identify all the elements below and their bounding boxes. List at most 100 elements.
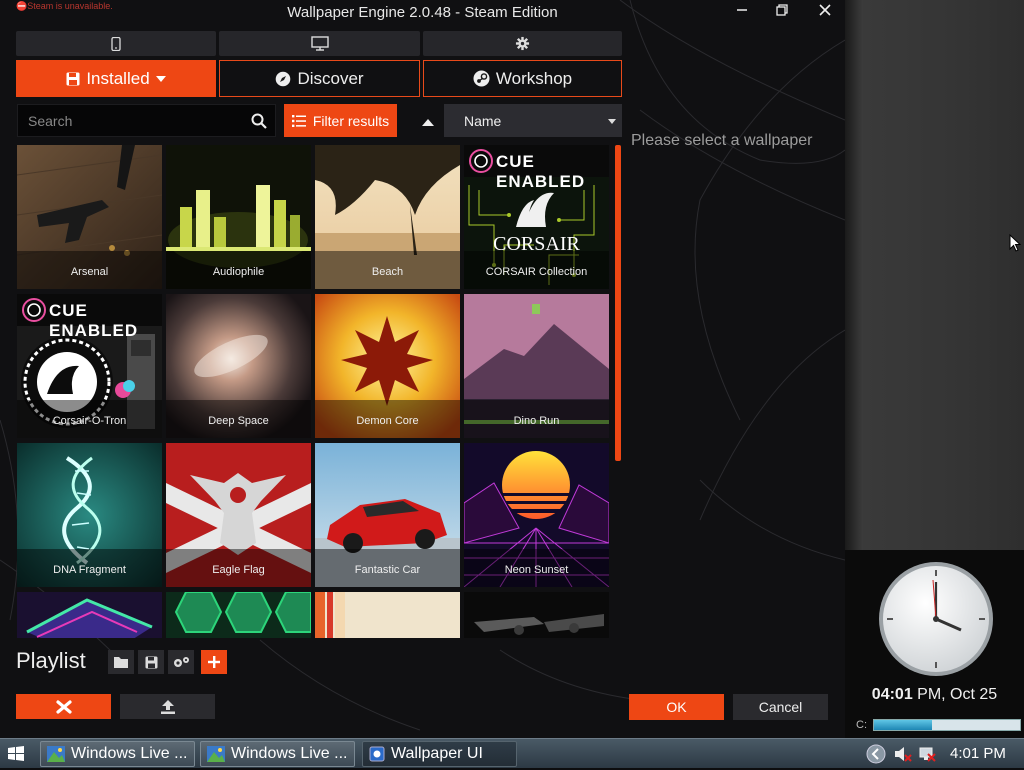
tab-discover-label: Discover: [297, 68, 364, 88]
search-input[interactable]: [28, 111, 238, 131]
wallpaper-tile-corsair-collection[interactable]: CORSAIR Collection CUE ENABLED CORSAIR: [464, 145, 609, 289]
load-playlist-button[interactable]: [108, 650, 134, 674]
add-playlist-button[interactable]: [201, 650, 227, 674]
clock-date-text: 04:01 PM, Oct 25: [845, 686, 1024, 704]
sort-by-dropdown[interactable]: Name: [444, 104, 622, 137]
wallpaper-engine-icon: [369, 746, 385, 762]
close-button[interactable]: [814, 3, 836, 23]
window-title: Wallpaper Engine 2.0.48 - Steam Edition: [287, 4, 558, 21]
chevron-down-icon: [155, 75, 166, 82]
drive-meter-gadget: C:: [849, 716, 1024, 736]
analog-clock-gadget[interactable]: [877, 560, 995, 678]
phone-icon: [111, 36, 121, 51]
wallpaper-tile-15[interactable]: [315, 592, 460, 638]
tab-installed-label: Installed: [86, 68, 150, 88]
save-icon: [145, 656, 157, 668]
wallpaper-tile-14[interactable]: [166, 592, 311, 638]
wallpaper-tile-dna-fragment[interactable]: DNA Fragment: [17, 443, 162, 587]
drive-usage-fill: [874, 720, 933, 730]
desktop-background: [845, 0, 1024, 550]
wallpaper-title: Arsenal: [17, 251, 162, 289]
compass-icon: [276, 71, 291, 86]
wallpaper-tile-arsenal[interactable]: Arsenal: [17, 145, 162, 289]
remove-wallpaper-icon: [55, 699, 72, 714]
photo-gallery-icon: [207, 746, 225, 762]
wallpaper-tile-beach[interactable]: Beach: [315, 145, 460, 289]
tab-phone[interactable]: [16, 31, 216, 56]
system-tray: 4:01 PM: [862, 741, 1024, 767]
restore-button[interactable]: [771, 3, 793, 23]
taskbar-item-wallpaper-ui[interactable]: Wallpaper UI: [362, 741, 517, 767]
show-hidden-icons-chevron-icon[interactable]: [866, 744, 886, 764]
wallpaper-tile-demon-core[interactable]: Demon Core: [315, 294, 460, 438]
folder-icon: [113, 657, 128, 668]
wallpaper-thumbnail: [315, 592, 460, 638]
wallpaper-tile-fantastic-car[interactable]: Fantastic Car: [315, 443, 460, 587]
grid-scrollbar[interactable]: [615, 145, 621, 461]
save-playlist-button[interactable]: [138, 650, 164, 674]
tab-discover[interactable]: Discover: [219, 60, 420, 97]
wallpaper-tile-deep-space[interactable]: Deep Space: [166, 294, 311, 438]
taskbar-item-label: Windows Live ...: [231, 745, 348, 762]
corsair-brand-text: CORSAIR: [493, 233, 580, 255]
start-button[interactable]: [4, 743, 30, 767]
playlist-label: Playlist: [16, 648, 86, 673]
taskbar-item-label: Windows Live ...: [71, 745, 188, 762]
wallpaper-title: Eagle Flag: [166, 549, 311, 587]
wallpaper-thumbnail: [464, 592, 609, 638]
wallpaper-thumbnail: [17, 592, 162, 638]
close-icon: [819, 4, 831, 16]
tab-workshop[interactable]: Workshop: [423, 60, 622, 97]
wallpaper-tile-neon-sunset[interactable]: Neon Sunset: [464, 443, 609, 587]
wallpaper-title: Audiophile: [166, 251, 311, 289]
mouse-cursor-icon: [1009, 234, 1021, 252]
playlist-settings-button[interactable]: [168, 650, 194, 674]
gear-icon: [515, 36, 530, 51]
wallpaper-tile-16[interactable]: [464, 592, 609, 638]
open-from-file-button[interactable]: [120, 694, 215, 719]
volume-muted-icon[interactable]: [894, 746, 912, 762]
taskbar: Windows Live ... Windows Live ... Wallpa…: [0, 738, 1024, 768]
drive-label: C:: [856, 719, 867, 731]
wallpaper-title: Neon Sunset: [464, 549, 609, 587]
wallpaper-title: Deep Space: [166, 400, 311, 438]
select-wallpaper-message: Please select a wallpaper: [631, 132, 813, 149]
clock-time: 04:01: [871, 686, 913, 703]
restore-icon: [776, 4, 788, 16]
tab-installed[interactable]: Installed: [16, 60, 216, 97]
wallpaper-tile-dino-run[interactable]: Dino Run: [464, 294, 609, 438]
wallpaper-title: DNA Fragment: [17, 549, 162, 587]
tab-workshop-label: Workshop: [495, 68, 573, 88]
search-box: [17, 104, 276, 137]
taskbar-clock[interactable]: 4:01 PM: [950, 745, 1006, 762]
tab-desktop[interactable]: [219, 31, 420, 56]
wallpaper-engine-window: ⛔Steam is unavailable. Wallpaper Engine …: [0, 0, 845, 738]
search-icon[interactable]: [251, 113, 267, 129]
wallpaper-grid: Arsenal Audiophile Beach CORSAIR Collect…: [17, 145, 613, 638]
upload-icon: [160, 699, 175, 714]
filter-results-label: Filter results: [312, 112, 390, 129]
network-disconnected-icon[interactable]: [918, 746, 936, 762]
sort-by-value: Name: [464, 113, 502, 129]
tab-settings[interactable]: [423, 31, 622, 56]
minimize-icon: [737, 9, 747, 11]
wallpaper-tile-eagle-flag[interactable]: Eagle Flag: [166, 443, 311, 587]
cancel-button[interactable]: Cancel: [733, 694, 828, 720]
taskbar-item-windows-live-1[interactable]: Windows Live ...: [40, 741, 195, 767]
plus-icon: [208, 656, 220, 668]
remove-wallpaper-button[interactable]: [16, 694, 111, 719]
wallpaper-tile-13[interactable]: [17, 592, 162, 638]
gears-icon: [174, 657, 189, 667]
wallpaper-tile-corsair-o-tron[interactable]: Corsair-O-Tron CUE ENABLED: [17, 294, 162, 438]
clock-date: PM, Oct 25: [912, 686, 998, 703]
wallpaper-tile-audiophile[interactable]: Audiophile: [166, 145, 311, 289]
monitor-icon: [310, 36, 329, 51]
minimize-button[interactable]: [731, 3, 753, 23]
windows-logo-icon: [8, 746, 24, 761]
filter-results-button[interactable]: Filter results: [284, 104, 397, 137]
wallpaper-title: Fantastic Car: [315, 549, 460, 587]
sort-direction-button[interactable]: [415, 112, 441, 132]
ok-button[interactable]: OK: [629, 694, 724, 720]
taskbar-item-windows-live-2[interactable]: Windows Live ...: [200, 741, 355, 767]
wallpaper-title: CORSAIR Collection: [464, 251, 609, 289]
